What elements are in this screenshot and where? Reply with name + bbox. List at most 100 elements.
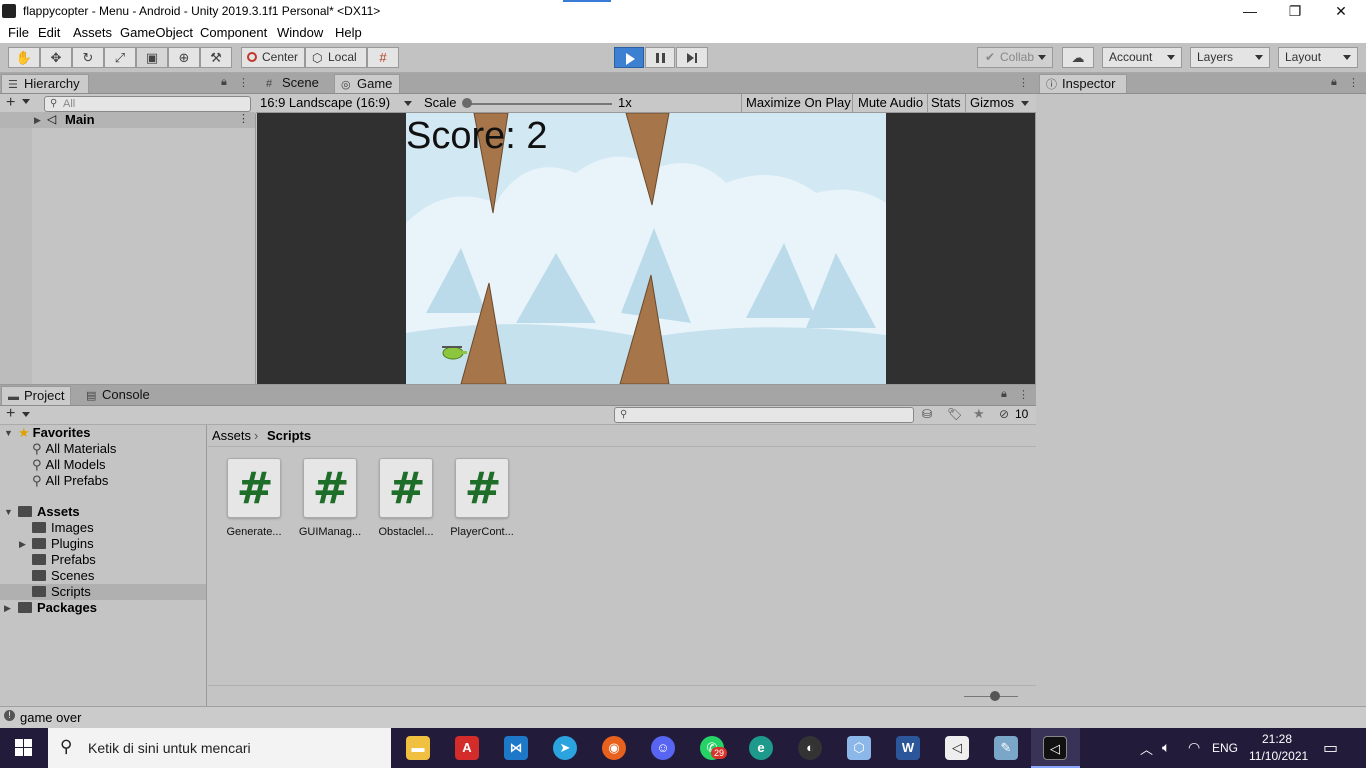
script-asset[interactable]: # GUIManag... <box>292 458 368 538</box>
firefox-icon[interactable]: ◉ <box>602 736 626 760</box>
speaker-icon[interactable]: 🔈︎ <box>1162 739 1170 756</box>
clock-time[interactable]: 21:28 <box>1262 732 1292 746</box>
filter-type-icon[interactable]: ⛁ <box>922 407 932 421</box>
panel-menu-icon[interactable]: ⋮ <box>238 76 249 89</box>
project-search-input[interactable]: ⚲ <box>614 407 914 423</box>
aspect-dropdown[interactable]: 16:9 Landscape (16:9) <box>260 95 390 110</box>
menu-help[interactable]: Help <box>335 25 362 40</box>
restore-button[interactable]: ❐ <box>1272 0 1318 23</box>
panel-menu-icon[interactable]: ⋮ <box>1348 76 1359 89</box>
breadcrumb-assets[interactable]: Assets <box>212 428 251 443</box>
step-button[interactable] <box>676 47 708 68</box>
transform-tool-button[interactable]: ⊕ <box>168 47 200 68</box>
tree-scenes[interactable]: Scenes <box>32 568 94 584</box>
pivot-space-button[interactable]: ⬡ Local <box>305 47 367 68</box>
gizmos-toggle[interactable]: Gizmos <box>970 95 1014 110</box>
paint-icon[interactable]: ✎ <box>994 736 1018 760</box>
favorite-star-icon[interactable]: ★ <box>973 406 985 422</box>
gizmos-chevron-icon[interactable] <box>1021 101 1029 106</box>
edge-icon[interactable]: e <box>749 736 773 760</box>
tree-all-materials[interactable]: ⚲ All Materials <box>32 441 116 457</box>
expand-arrow-icon[interactable]: ▼ <box>4 428 13 438</box>
menu-component[interactable]: Component <box>200 25 267 40</box>
discord-icon[interactable]: ☺ <box>651 736 675 760</box>
scene-row[interactable]: ▶ ◁ Main ⋮ <box>0 112 255 128</box>
notification-center-icon[interactable]: ▭ <box>1323 738 1338 758</box>
expand-arrow-icon[interactable]: ▶ <box>34 115 41 126</box>
chevron-up-icon[interactable]: ︿ <box>1140 739 1153 758</box>
rect-tool-button[interactable]: ▣ <box>136 47 168 68</box>
game-viewport[interactable]: Score: 2 <box>257 113 1035 384</box>
scene-menu-icon[interactable]: ⋮ <box>238 112 249 125</box>
acrobat-icon[interactable]: A <box>455 736 479 760</box>
unity-editor-icon[interactable]: ◁ <box>1043 736 1067 760</box>
menu-gameobject[interactable]: GameObject <box>120 25 193 40</box>
tab-project[interactable]: ▬ Project <box>1 386 71 405</box>
lock-icon[interactable]: 🔒︎ <box>221 76 227 89</box>
play-button[interactable] <box>614 47 644 68</box>
move-tool-button[interactable]: ✥ <box>40 47 72 68</box>
tree-scripts[interactable]: Scripts <box>0 584 206 600</box>
stats-toggle[interactable]: Stats <box>931 95 961 110</box>
chevron-down-icon[interactable] <box>22 99 30 104</box>
hidden-packages-icon[interactable]: ⊘ <box>999 407 1009 421</box>
script-asset[interactable]: # Obstaclel... <box>368 458 444 538</box>
github-icon[interactable]: ◐ <box>798 736 822 760</box>
chevron-down-icon[interactable] <box>22 412 30 417</box>
tree-images[interactable]: Images <box>32 520 94 536</box>
mute-audio-toggle[interactable]: Mute Audio <box>858 95 923 110</box>
script-asset[interactable]: # Generate... <box>216 458 292 538</box>
tab-inspector[interactable]: ⓘ Inspector <box>1039 74 1127 93</box>
menu-assets[interactable]: Assets <box>73 25 112 40</box>
hand-tool-button[interactable]: ✋ <box>8 47 40 68</box>
scale-slider-handle[interactable] <box>462 98 472 108</box>
telegram-icon[interactable]: ➤ <box>553 736 577 760</box>
status-message[interactable]: game over <box>20 710 81 725</box>
snap-button[interactable]: # <box>367 47 399 68</box>
tree-all-models[interactable]: ⚲ All Models <box>32 457 106 473</box>
expand-arrow-icon[interactable]: ▶ <box>19 539 26 550</box>
panel-menu-icon[interactable]: ⋮ <box>1018 388 1029 401</box>
tree-plugins[interactable]: Plugins <box>32 536 94 552</box>
tab-hierarchy[interactable]: ☰ Hierarchy <box>1 74 89 93</box>
menu-file[interactable]: File <box>8 25 29 40</box>
expand-arrow-icon[interactable]: ▼ <box>4 507 13 517</box>
aspect-chevron-icon[interactable] <box>404 101 412 106</box>
tab-game[interactable]: ◎ Game <box>334 74 400 93</box>
icon-size-slider-handle[interactable] <box>990 691 1000 701</box>
label-tag-icon[interactable]: 🏷︎ <box>947 407 962 421</box>
vscode-icon[interactable]: ⋈ <box>504 736 528 760</box>
expand-arrow-icon[interactable]: ▶ <box>4 603 11 614</box>
layers-dropdown[interactable]: Layers <box>1190 47 1270 68</box>
cloud-button[interactable]: ☁ <box>1062 47 1094 68</box>
file-explorer-icon[interactable]: ▬ <box>406 736 430 760</box>
script-asset[interactable]: # PlayerCont... <box>444 458 520 538</box>
game-screen[interactable]: Score: 2 <box>406 113 886 384</box>
tree-all-prefabs[interactable]: ⚲ All Prefabs <box>32 473 108 489</box>
breadcrumb-scripts[interactable]: Scripts <box>267 428 311 443</box>
language-indicator[interactable]: ENG <box>1212 741 1238 755</box>
account-dropdown[interactable]: Account <box>1102 47 1182 68</box>
pause-button[interactable] <box>645 47 675 68</box>
word-icon[interactable]: W <box>896 736 920 760</box>
tree-favorites[interactable]: ★ Favorites <box>18 425 90 441</box>
pivot-center-button[interactable]: Center <box>241 47 305 68</box>
hierarchy-search-input[interactable]: ⚲ All <box>44 96 251 112</box>
tree-packages[interactable]: Packages <box>18 600 97 616</box>
tree-prefabs[interactable]: Prefabs <box>32 552 96 568</box>
windows-start-icon[interactable] <box>15 739 33 757</box>
close-button[interactable]: ✕ <box>1318 0 1364 23</box>
unity-icon[interactable]: ◁ <box>945 736 969 760</box>
menu-edit[interactable]: Edit <box>38 25 60 40</box>
lock-icon[interactable]: 🔒︎ <box>1001 388 1007 401</box>
taskbar-search-input[interactable]: ⚲ Ketik di sini untuk mencari <box>48 728 391 768</box>
lock-icon[interactable]: 🔒︎ <box>1331 76 1337 89</box>
custom-tool-button[interactable]: ⚒ <box>200 47 232 68</box>
menu-window[interactable]: Window <box>277 25 323 40</box>
tree-assets[interactable]: Assets <box>18 504 80 520</box>
wifi-icon[interactable]: ◠ <box>1188 739 1200 756</box>
maximize-on-play-toggle[interactable]: Maximize On Play <box>746 95 851 110</box>
unity-hub-icon[interactable]: ⬡ <box>847 736 871 760</box>
layout-dropdown[interactable]: Layout <box>1278 47 1358 68</box>
create-plus-icon[interactable]: + <box>6 94 15 112</box>
